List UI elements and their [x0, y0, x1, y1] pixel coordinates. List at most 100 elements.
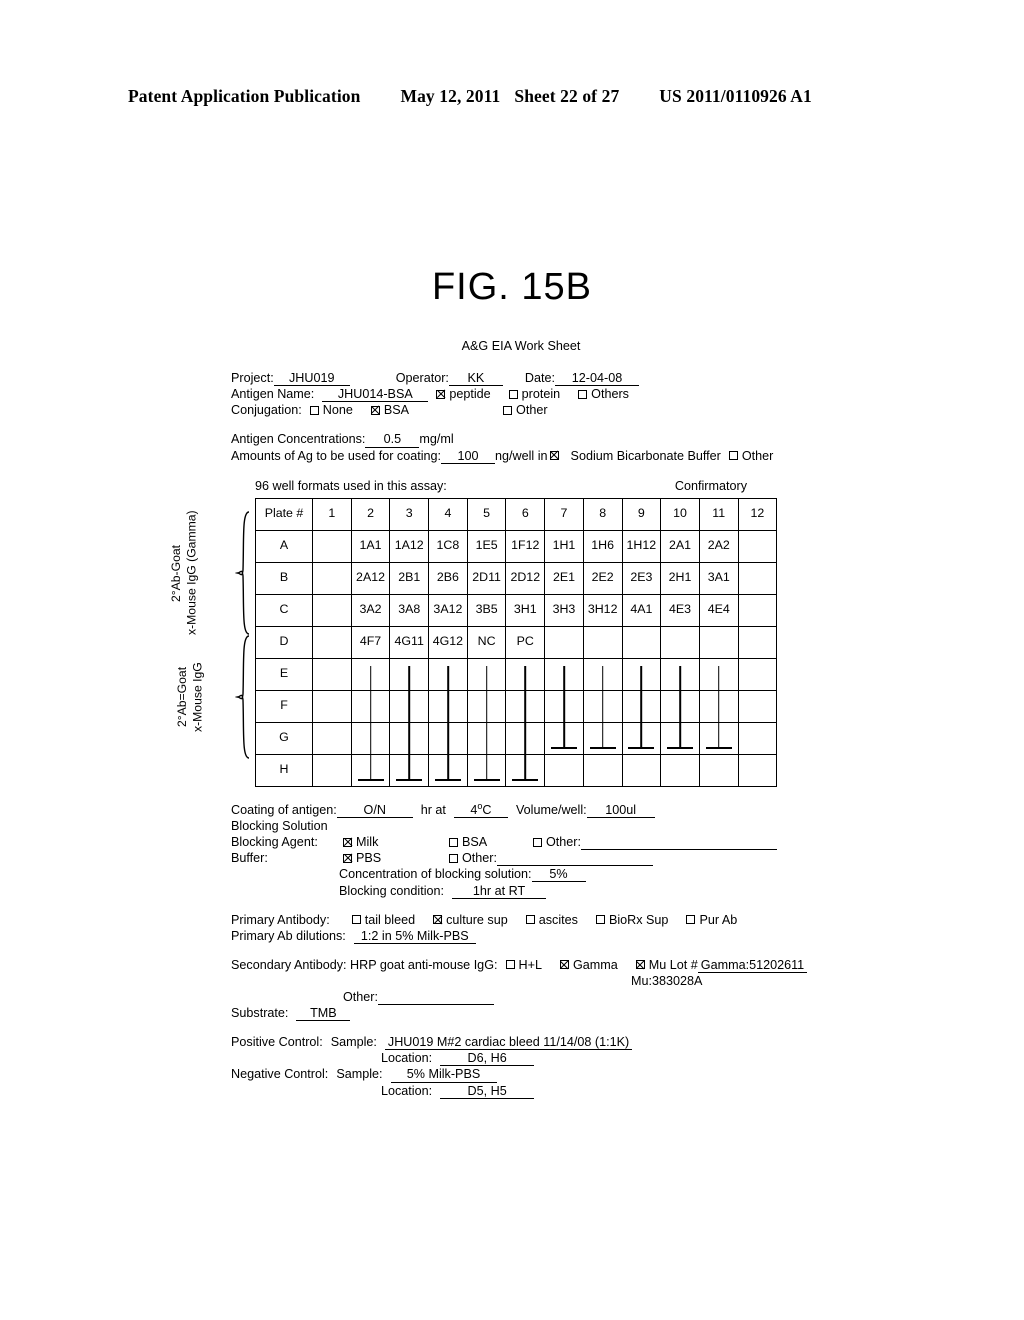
plate-cell[interactable] [544, 689, 584, 723]
plate-cell[interactable] [428, 753, 468, 787]
plate-cell[interactable] [737, 529, 778, 563]
plate-cell[interactable] [312, 529, 352, 563]
plate-cell[interactable] [621, 657, 662, 691]
plate-cell[interactable] [312, 657, 352, 691]
checkbox-empty-icon[interactable] [449, 853, 458, 863]
antigen-type-others[interactable]: Others [578, 386, 629, 402]
plate-cell[interactable]: 4E4 [698, 593, 739, 627]
plate-cell[interactable]: 4G12 [428, 625, 468, 659]
checkbox-checked-icon[interactable] [635, 960, 645, 970]
plate-cell[interactable]: 2E2 [582, 561, 623, 595]
plate-cell[interactable] [505, 753, 546, 787]
plate-cell[interactable]: 2A1 [660, 529, 700, 563]
checkbox-checked-icon[interactable] [433, 915, 443, 925]
plate-cell[interactable]: 3A12 [428, 593, 468, 627]
checkbox-empty-icon[interactable] [505, 960, 515, 970]
plate-cell[interactable] [660, 625, 700, 659]
plate-cell[interactable]: 1H1 [544, 529, 584, 563]
plate-cell[interactable] [621, 721, 662, 755]
plate-cell[interactable] [621, 625, 662, 659]
plate-cell[interactable] [466, 721, 507, 755]
checkbox-checked-icon[interactable] [549, 450, 559, 460]
plate-cell[interactable]: NC [466, 625, 507, 659]
checkbox-checked-icon[interactable] [436, 389, 446, 399]
plate-cell[interactable] [737, 657, 778, 691]
checkbox-empty-icon[interactable] [508, 389, 518, 399]
plate-cell[interactable]: 2B6 [428, 561, 468, 595]
checkbox-empty-icon[interactable] [533, 837, 542, 847]
plate-cell[interactable] [350, 689, 391, 723]
blocking-agent-milk[interactable]: Milk [343, 834, 449, 850]
blocking-agent-bsa[interactable]: BSA [449, 834, 533, 850]
antigen-concentration-value[interactable]: 0.5 [365, 432, 420, 448]
plate-cell[interactable] [350, 657, 391, 691]
plate-cell[interactable]: 2A2 [698, 529, 739, 563]
secondary-lot-gamma-value[interactable]: Gamma:51202611 [697, 958, 808, 973]
plate-cell[interactable] [312, 561, 352, 595]
plate-cell[interactable] [350, 721, 391, 755]
plate-cell[interactable]: 1H6 [582, 529, 623, 563]
buffer-pbs[interactable]: PBS [343, 850, 449, 866]
plate-cell[interactable] [582, 689, 623, 723]
checkbox-empty-icon[interactable] [351, 915, 361, 925]
checkbox-empty-icon[interactable] [525, 915, 535, 925]
plate-cell[interactable]: 1E5 [466, 529, 507, 563]
conjugation-none[interactable]: None [309, 402, 353, 418]
positive-location-value[interactable]: D6, H6 [440, 1051, 535, 1067]
plate-cell[interactable] [389, 721, 430, 755]
plate-cell[interactable] [544, 657, 584, 691]
coating-time-value[interactable]: O/N [336, 803, 413, 819]
plate-cell[interactable] [698, 657, 739, 691]
positive-sample-value[interactable]: JHU019 M#2 cardiac bleed 11/14/08 (1:1K) [384, 1035, 633, 1051]
project-value[interactable]: JHU019 [273, 371, 350, 387]
checkbox-checked-icon[interactable] [343, 837, 352, 847]
plate-cell[interactable] [698, 753, 739, 787]
plate-cell[interactable] [737, 561, 778, 595]
plate-cell[interactable]: 3A8 [389, 593, 430, 627]
plate-cell[interactable] [737, 593, 778, 627]
plate-cell[interactable] [312, 689, 352, 723]
plate-cell[interactable]: 3A2 [350, 593, 391, 627]
plate-cell[interactable] [544, 625, 584, 659]
plate-cell[interactable] [737, 753, 778, 787]
plate-cell[interactable]: 4E3 [660, 593, 700, 627]
plate-cell[interactable] [350, 753, 391, 787]
plate-cell[interactable] [698, 625, 739, 659]
plate-cell[interactable]: 1H12 [621, 529, 662, 563]
plate-cell[interactable] [737, 625, 778, 659]
plate-cell[interactable]: 1A12 [389, 529, 430, 563]
negative-sample-value[interactable]: 5% Milk-PBS [390, 1067, 497, 1083]
plate-cell[interactable] [660, 689, 700, 723]
plate-cell[interactable] [505, 689, 546, 723]
buffer-other-value[interactable] [497, 851, 653, 867]
plate-cell[interactable] [660, 721, 700, 755]
plate-cell[interactable]: 2E3 [621, 561, 662, 595]
plate-cell[interactable] [544, 753, 584, 787]
plate-cell[interactable]: 4A1 [621, 593, 662, 627]
primary-dilutions-value[interactable]: 1:2 in 5% Milk-PBS [353, 929, 476, 944]
primary-tail-bleed[interactable]: tail bleed [351, 912, 415, 928]
secondary-gamma[interactable]: Gamma [559, 957, 618, 973]
plate-cell[interactable]: 2D12 [505, 561, 546, 595]
blocking-agent-other-value[interactable] [581, 835, 777, 851]
plate-cell[interactable]: 3B5 [466, 593, 507, 627]
plate-cell[interactable]: 3A1 [698, 561, 739, 595]
plate-cell[interactable] [698, 689, 739, 723]
antigen-type-peptide[interactable]: peptide [436, 386, 491, 402]
plate-cell[interactable] [428, 657, 468, 691]
plate-cell[interactable]: 3H3 [544, 593, 584, 627]
plate-cell[interactable]: PC [505, 625, 546, 659]
plate-cell[interactable] [698, 721, 739, 755]
operator-value[interactable]: KK [448, 371, 503, 387]
plate-cell[interactable] [737, 721, 778, 755]
plate-cell[interactable] [582, 721, 623, 755]
antigen-type-protein[interactable]: protein [508, 386, 560, 402]
plate-cell[interactable]: 2E1 [544, 561, 584, 595]
date-value[interactable]: 12-04-08 [555, 371, 640, 387]
antigen-name-value[interactable]: JHU014-BSA [322, 387, 429, 403]
coating-amount-value[interactable]: 100 [441, 449, 496, 464]
checkbox-checked-icon[interactable] [370, 405, 380, 415]
plate-cell[interactable]: 1F12 [505, 529, 546, 563]
plate-cell[interactable]: 1C8 [428, 529, 468, 563]
plate-cell[interactable] [428, 721, 468, 755]
